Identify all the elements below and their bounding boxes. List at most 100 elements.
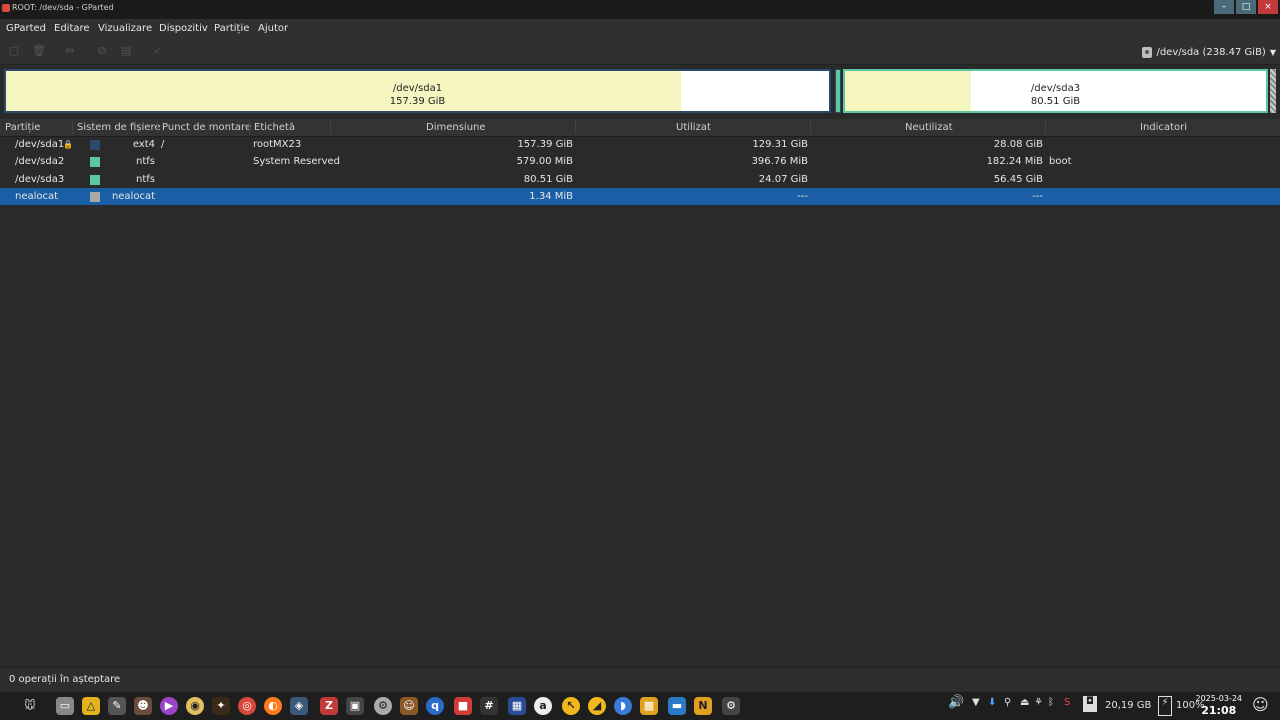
- notes-icon[interactable]: N: [694, 697, 712, 715]
- gear-icon[interactable]: ⚙: [722, 697, 740, 715]
- snap-icon[interactable]: S: [1064, 697, 1070, 708]
- user-avatar[interactable]: ☺: [1252, 695, 1269, 714]
- close-icon[interactable]: ×: [1258, 0, 1278, 14]
- download-icon[interactable]: ⬇: [988, 697, 996, 708]
- qbittorrent-icon[interactable]: q: [426, 697, 444, 715]
- cell-partition: nealocat: [15, 190, 59, 202]
- remote-desktop-icon[interactable]: ▬: [668, 697, 686, 715]
- device-selector[interactable]: /dev/sda (238.47 GiB) ▼: [1142, 44, 1276, 60]
- filezilla-icon[interactable]: Z: [320, 697, 338, 715]
- table-row[interactable]: 🔒/dev/sda1 ext4 / rootMX23 157.39 GiB 129.31 …: [0, 136, 1280, 153]
- menu-bar: GParted Editare Vizualizare Dispozitiv P…: [0, 19, 1280, 40]
- apply-icon[interactable]: ✓: [152, 45, 164, 57]
- window-titlebar: ROOT: /dev/sda - GParted – □ ×: [0, 0, 1280, 19]
- amazon-icon[interactable]: a: [534, 697, 552, 715]
- clock[interactable]: 2025-03-24 21:08: [1196, 694, 1243, 717]
- compass-icon[interactable]: ◢: [588, 697, 606, 715]
- table-row[interactable]: /dev/sda3 ntfs 80.51 GiB 24.07 GiB 56.45 GiB: [0, 171, 1280, 188]
- mx-menu-icon[interactable]: 🐭: [8, 697, 52, 715]
- col-indicatori[interactable]: Indicatori: [1140, 122, 1187, 133]
- menu-partitie[interactable]: Partiție: [214, 23, 249, 34]
- paste-icon[interactable]: ▤: [120, 45, 132, 57]
- col-utilizat[interactable]: Utilizat: [676, 122, 711, 133]
- unallocated-block[interactable]: [1270, 69, 1276, 113]
- disc-icon[interactable]: ◉: [186, 697, 204, 715]
- cell-partition: /dev/sda3: [15, 173, 65, 185]
- menu-gparted[interactable]: GParted: [6, 23, 46, 34]
- cell-used: 396.76 MiB: [751, 156, 808, 168]
- image-viewer-icon[interactable]: ▩: [640, 697, 658, 715]
- lock-icon: 🔒: [63, 140, 73, 149]
- taskbar: 🐭 ▭ △ ✎ ☻ ▶ ◉ ✦ ◎ ◐ ◈ Z ▣ ⚙ ☺ q ■ # ▦ a …: [0, 692, 1280, 720]
- battery-icon[interactable]: ⚡: [1158, 696, 1172, 716]
- copy-icon[interactable]: ⧉: [96, 45, 108, 57]
- cursor-icon[interactable]: ↖: [562, 697, 580, 715]
- clip-icon[interactable]: ⚲: [1004, 697, 1011, 708]
- cell-size: 1.34 MiB: [529, 190, 573, 202]
- filesystem-color-swatch: [90, 191, 100, 202]
- partition-block-sda3[interactable]: /dev/sda3 80.51 GiB: [843, 69, 1268, 113]
- resize-move-icon[interactable]: ⇔: [64, 45, 76, 57]
- delete-partition-icon[interactable]: 🗑: [32, 45, 46, 57]
- cell-size: 80.51 GiB: [523, 173, 573, 185]
- cell-used: ---: [797, 190, 808, 202]
- warning-app-icon[interactable]: △: [82, 697, 100, 715]
- table-header: Partiție Sistem de fișiere Punct de mont…: [0, 119, 1280, 137]
- tools-icon[interactable]: ✎: [108, 697, 126, 715]
- broom-icon[interactable]: ✦: [212, 697, 230, 715]
- cell-unused: 28.08 GiB: [993, 139, 1043, 150]
- gparted-app-icon: [2, 4, 10, 12]
- table-row[interactable]: /dev/sda2 ntfs System Reserved 579.00 MiB 39…: [0, 153, 1280, 170]
- col-punct-montare[interactable]: Punct de montare: [162, 122, 251, 133]
- slack-icon[interactable]: #: [480, 697, 498, 715]
- partition-block-sda2[interactable]: [835, 69, 841, 113]
- gparted-task-icon[interactable]: ◈: [290, 697, 308, 715]
- partition-block-name: /dev/sda1: [392, 83, 443, 94]
- bluetooth-icon[interactable]: ᛒ: [1048, 697, 1054, 708]
- minimize-icon[interactable]: –: [1214, 0, 1234, 14]
- menu-dispozitiv[interactable]: Dispozitiv: [159, 23, 208, 34]
- eject-icon[interactable]: ⏏: [1020, 697, 1029, 708]
- monkey-icon[interactable]: ☺: [400, 697, 418, 715]
- disk-free-label: 20,19 GB: [1105, 700, 1152, 711]
- video-icon[interactable]: ▣: [346, 697, 364, 715]
- window-controls: – □ ×: [1214, 0, 1278, 14]
- calculator-icon[interactable]: ▦: [508, 697, 526, 715]
- settings-app-icon[interactable]: ⚙: [374, 697, 392, 715]
- col-eticheta[interactable]: Etichetă: [254, 122, 295, 133]
- cell-unused: ---: [1032, 190, 1043, 202]
- window-title: ROOT: /dev/sda - GParted: [12, 3, 114, 12]
- wifi-icon[interactable]: ▼: [972, 697, 980, 708]
- col-sistem-fisiere[interactable]: Sistem de fișiere: [77, 122, 161, 133]
- maximize-icon[interactable]: □: [1236, 0, 1256, 14]
- menu-ajutor[interactable]: Ajutor: [258, 23, 288, 34]
- partition-block-size: 80.51 GiB: [1030, 96, 1081, 107]
- updates-icon[interactable]: ⚘: [1034, 697, 1043, 708]
- firefox-icon[interactable]: ◐: [264, 697, 282, 715]
- cat-icon[interactable]: ☻: [134, 697, 152, 715]
- camera-icon[interactable]: ■: [454, 697, 472, 715]
- chevron-down-icon: ▼: [1269, 47, 1276, 57]
- cell-unused: 56.45 GiB: [993, 173, 1043, 185]
- chrome-icon[interactable]: ◎: [238, 697, 256, 715]
- cell-label: rootMX23: [253, 139, 302, 150]
- col-partitie[interactable]: Partiție: [5, 122, 40, 133]
- cell-fs: nealocat: [111, 190, 155, 202]
- browser-icon[interactable]: ◗: [614, 697, 632, 715]
- col-neutilizat[interactable]: Neutilizat: [905, 122, 953, 133]
- partition-map: /dev/sda1 157.39 GiB /dev/sda3 80.51 GiB: [0, 66, 1280, 118]
- col-dimensiune[interactable]: Dimensiune: [426, 122, 486, 133]
- status-bar: 0 operații în așteptare: [0, 667, 1280, 691]
- files-icon[interactable]: ▭: [56, 697, 74, 715]
- filesystem-color-swatch: [90, 157, 100, 168]
- menu-vizualizare[interactable]: Vizualizare: [98, 23, 152, 34]
- new-partition-icon[interactable]: ▢: [8, 45, 20, 57]
- partition-block-sda1[interactable]: /dev/sda1 157.39 GiB: [4, 69, 831, 113]
- volume-icon[interactable]: 🔊: [948, 695, 964, 710]
- media-player-icon[interactable]: ▶: [160, 697, 178, 715]
- menu-editare[interactable]: Editare: [54, 23, 90, 34]
- filesystem-color-swatch: [90, 140, 100, 150]
- cell-partition: /dev/sda1: [15, 139, 65, 150]
- disk-usage-icon[interactable]: ◘: [1083, 696, 1097, 712]
- table-row[interactable]: nealocat nealocat 1.34 MiB --- ---: [0, 187, 1280, 205]
